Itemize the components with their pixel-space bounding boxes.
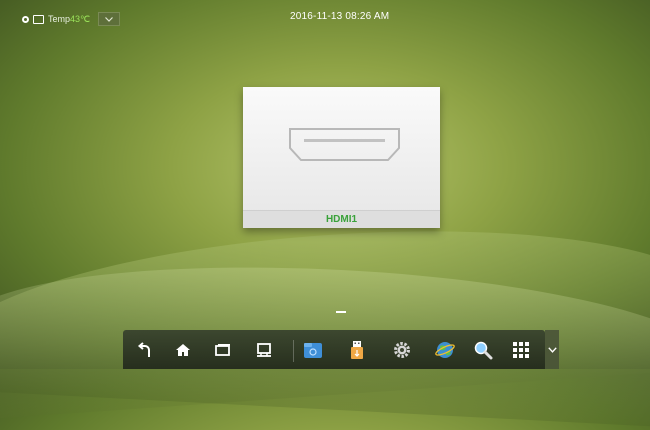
temperature-label: Temp <box>48 13 71 24</box>
date-time: 2016-11-13 08:26 AM <box>290 11 390 22</box>
page-indicator <box>336 311 346 313</box>
chevron-down-icon <box>105 16 114 22</box>
hdmi-port-icon <box>289 128 400 161</box>
file-manager-icon <box>304 342 322 358</box>
settings-status-icon <box>22 15 29 23</box>
recent-apps-button[interactable] <box>208 330 238 369</box>
hdmi1-source-card[interactable]: HDMI1 <box>243 87 440 228</box>
source-label: HDMI1 <box>325 214 358 225</box>
status-indicators: Temp43℃ <box>22 12 121 26</box>
search-button[interactable] <box>468 330 498 369</box>
back-icon <box>137 341 150 357</box>
search-icon <box>474 341 493 359</box>
card-footer: HDMI1 <box>243 210 440 228</box>
status-bar: Temp43℃ 2016-11-13 08:26 AM <box>0 0 650 26</box>
apps-grid-icon <box>513 341 529 358</box>
status-dropdown-button[interactable] <box>98 12 121 26</box>
taskbar <box>123 330 545 369</box>
display-button[interactable] <box>249 330 279 369</box>
tv-status-icon <box>33 14 44 24</box>
file-manager-button[interactable] <box>298 330 328 369</box>
chevron-down-icon <box>547 346 557 353</box>
back-button[interactable] <box>130 330 160 369</box>
temperature-value: 43℃ <box>70 13 91 24</box>
settings-button[interactable] <box>387 330 417 369</box>
browser-icon <box>435 341 455 358</box>
settings-icon <box>394 341 410 358</box>
taskbar-separator <box>293 340 294 362</box>
taskbar-expand-button[interactable] <box>545 330 559 369</box>
usb-button[interactable] <box>342 330 372 369</box>
home-button[interactable] <box>168 330 198 369</box>
display-icon <box>257 342 271 357</box>
recent-apps-icon <box>215 343 230 356</box>
browser-button[interactable] <box>430 330 460 369</box>
apps-button[interactable] <box>506 330 536 369</box>
temperature-readout: Temp43℃ <box>48 14 90 25</box>
usb-icon <box>351 340 363 359</box>
home-icon <box>176 343 190 356</box>
